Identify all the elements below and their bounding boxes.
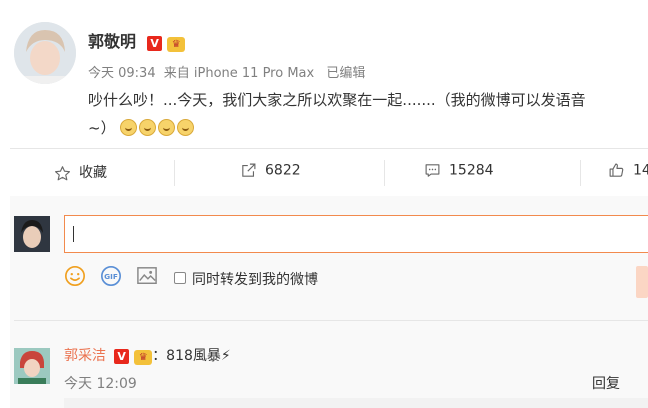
current-user-avatar[interactable] xyxy=(14,216,50,252)
reply-button[interactable]: 回复 xyxy=(592,373,620,393)
post-divider xyxy=(10,148,648,149)
vip-crown-icon[interactable]: ♛ xyxy=(134,350,153,365)
gif-label: GIF xyxy=(104,272,118,281)
post-time[interactable]: 今天 09:34 xyxy=(88,66,156,81)
edited-label[interactable]: 已编辑 xyxy=(326,66,365,81)
text-caret xyxy=(73,226,74,242)
repost-count: 6822 xyxy=(265,162,301,179)
image-icon[interactable] xyxy=(136,266,158,288)
smile-icon[interactable] xyxy=(64,265,86,287)
verified-badge-icon[interactable]: V xyxy=(114,349,130,364)
favorite-button[interactable]: 收藏 xyxy=(54,162,107,182)
post-source: 来自 iPhone 11 Pro Max xyxy=(163,66,315,81)
vip-crown-icon[interactable]: ♛ xyxy=(167,37,186,52)
action-separator xyxy=(580,160,581,186)
comment-time[interactable]: 今天 12:09 xyxy=(64,373,137,393)
send-button[interactable] xyxy=(636,266,648,298)
repost-checkbox-label[interactable]: 同时转发到我的微博 xyxy=(192,269,318,289)
action-separator xyxy=(384,160,385,186)
verified-badge-icon[interactable]: V xyxy=(147,36,163,51)
repost-button[interactable]: 6822 xyxy=(240,162,301,179)
share-icon xyxy=(242,163,256,177)
comment-text: ：818風暴⚡ xyxy=(152,348,231,364)
like-button[interactable]: 14 xyxy=(608,162,648,179)
commenter-avatar[interactable] xyxy=(14,348,50,384)
doge-emoji-icon xyxy=(139,119,157,136)
star-icon xyxy=(54,165,71,180)
doge-emoji-icon xyxy=(177,119,195,136)
comment-icon xyxy=(425,164,440,177)
action-separator xyxy=(174,160,175,186)
author-name[interactable]: 郭敬明 xyxy=(88,32,136,51)
gif-icon[interactable]: GIF xyxy=(100,265,122,287)
like-count: 14 xyxy=(633,162,648,179)
doge-emoji-icon xyxy=(120,119,138,136)
doge-emoji-icon xyxy=(158,119,176,136)
comment-input[interactable] xyxy=(64,215,648,253)
post-content-line2-wrap: ~） xyxy=(88,115,238,141)
comment-header: 郭采洁 V ♛ ：818風暴⚡ xyxy=(64,345,231,365)
thumbs-up-icon xyxy=(609,163,624,177)
post-content-line1: 吵什么吵！...今天，我们大家之所以欢聚在一起.......（我的微博可以发语音 xyxy=(88,91,586,109)
author-avatar[interactable] xyxy=(14,22,76,84)
comment-bottom-strip xyxy=(64,398,648,408)
comment-count: 15284 xyxy=(449,162,494,179)
favorite-label: 收藏 xyxy=(79,165,107,181)
commenter-name[interactable]: 郭采洁 xyxy=(64,348,106,364)
comments-divider xyxy=(14,320,648,321)
post-content-line2: ~） xyxy=(88,119,116,137)
repost-checkbox[interactable] xyxy=(174,272,186,284)
comment-button[interactable]: 15284 xyxy=(424,162,494,179)
